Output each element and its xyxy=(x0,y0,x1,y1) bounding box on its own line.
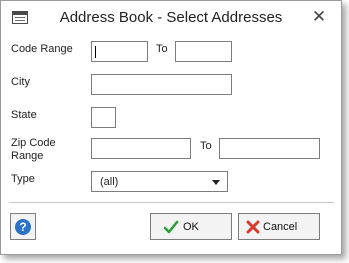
code-range-to-input[interactable] xyxy=(175,41,232,62)
city-label: City xyxy=(11,76,30,88)
type-selected-value: (all) xyxy=(100,176,119,188)
zip-to-label: To xyxy=(200,140,212,152)
city-input[interactable] xyxy=(91,74,232,95)
zip-to-input[interactable] xyxy=(219,138,320,159)
chevron-down-icon xyxy=(212,180,220,185)
help-icon: ? xyxy=(15,219,31,235)
cancel-label: Cancel xyxy=(263,221,298,233)
text-caret xyxy=(95,46,96,58)
type-label: Type xyxy=(11,173,35,185)
state-label: State xyxy=(11,109,37,121)
dialog-title: Address Book - Select Addresses xyxy=(59,9,283,26)
address-book-dialog: Address Book - Select Addresses ✕ Code R… xyxy=(0,0,342,255)
ok-button[interactable]: OK xyxy=(150,213,232,240)
footer-divider xyxy=(9,202,334,203)
checkmark-icon xyxy=(163,220,179,234)
code-range-from-input[interactable] xyxy=(91,41,148,62)
code-range-to-label: To xyxy=(156,43,168,55)
title-bar: Address Book - Select Addresses ✕ xyxy=(1,1,341,35)
cancel-x-icon xyxy=(246,220,260,234)
type-select[interactable]: (all) xyxy=(91,171,228,192)
cancel-button[interactable]: Cancel xyxy=(238,213,320,240)
code-range-label: Code Range xyxy=(11,43,73,55)
state-input[interactable] xyxy=(91,107,116,128)
zip-code-range-label: Zip Code Range xyxy=(11,137,56,162)
help-button[interactable]: ? xyxy=(10,213,36,240)
zip-from-input[interactable] xyxy=(91,138,191,159)
close-button[interactable]: ✕ xyxy=(307,6,331,28)
ok-label: OK xyxy=(183,221,199,233)
